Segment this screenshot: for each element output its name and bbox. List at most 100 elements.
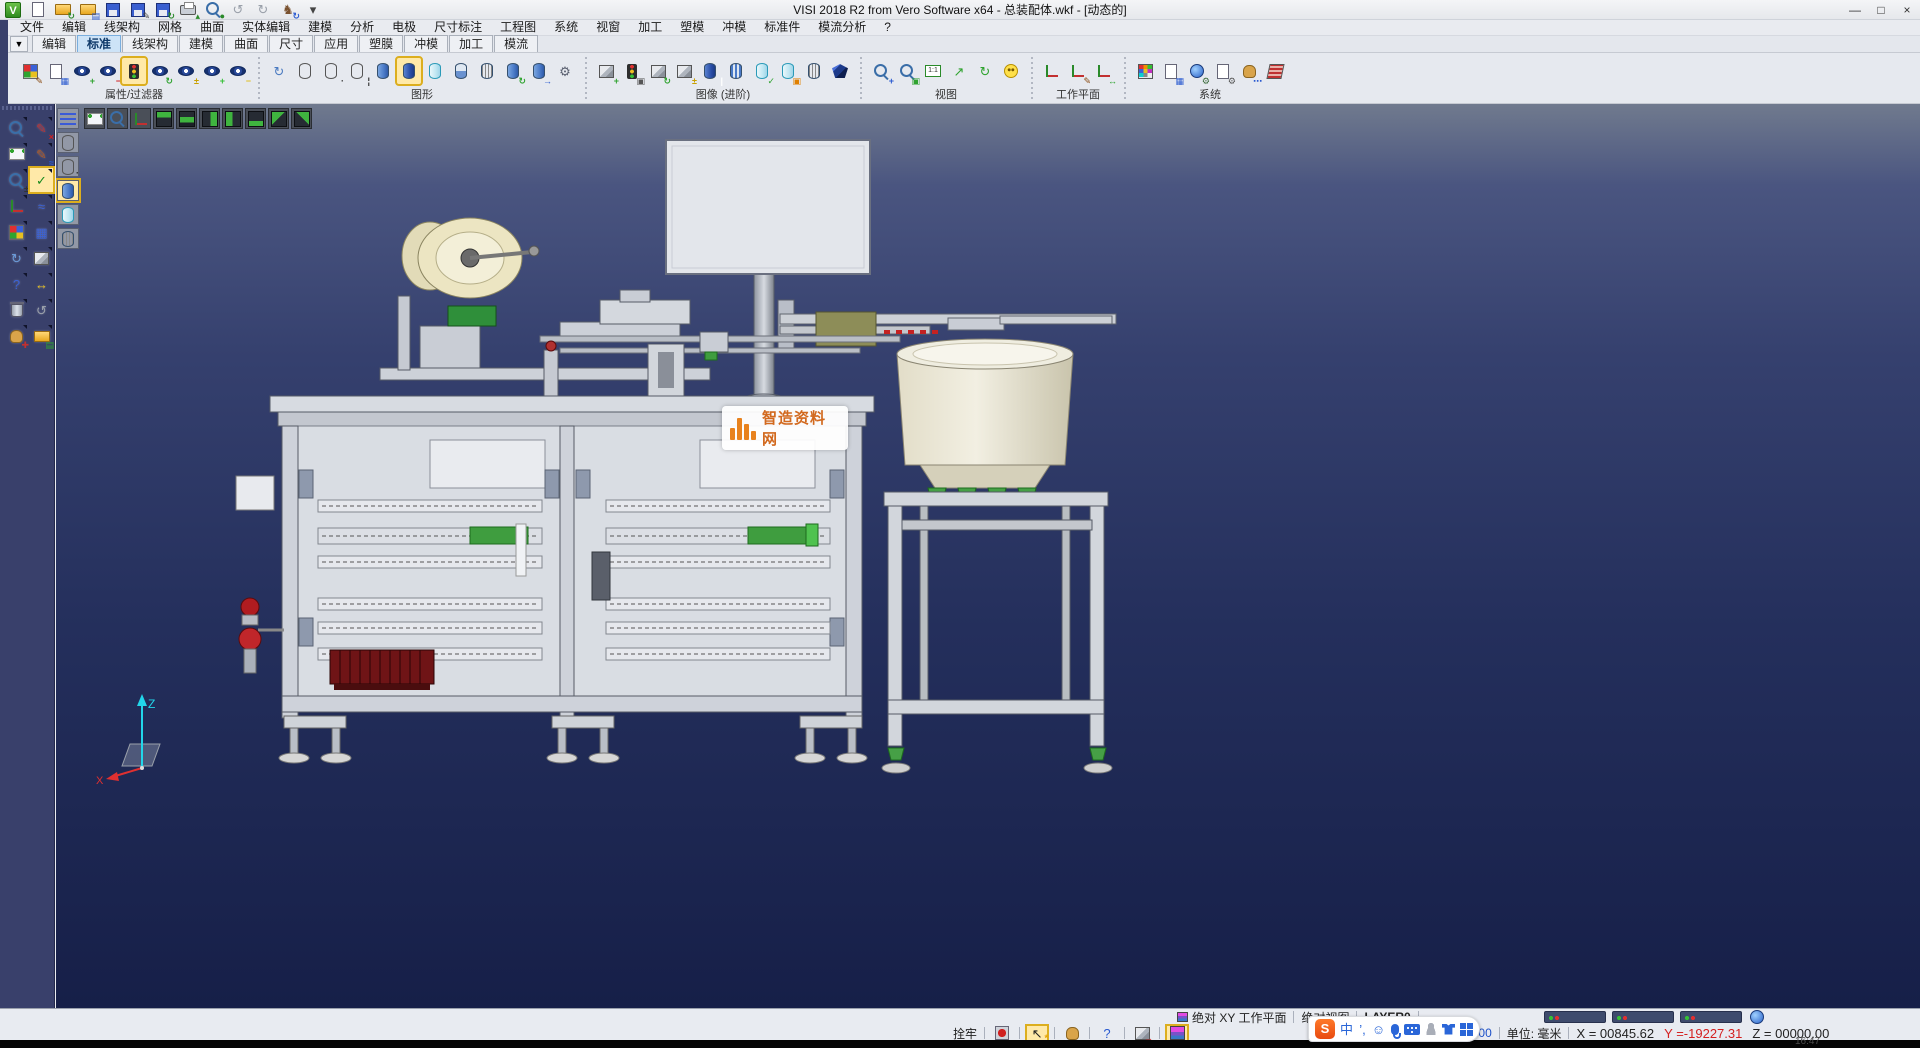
iso-view-icon[interactable] (268, 108, 289, 129)
zoom-in-icon[interactable]: + (869, 58, 893, 84)
quick-help-icon[interactable]: ? (1097, 1026, 1117, 1041)
iso-view-2-icon[interactable] (291, 108, 312, 129)
right-view-icon[interactable] (199, 108, 220, 129)
render-settings-icon[interactable]: ⚙ (553, 58, 577, 84)
new-view-plane-icon[interactable] (84, 108, 105, 129)
menu-item[interactable]: 系统 (546, 20, 586, 35)
open-recent-icon[interactable]: ▤ (30, 324, 53, 348)
transparent-view-icon[interactable] (423, 58, 447, 84)
ime-keyboard-icon[interactable] (1404, 1022, 1420, 1037)
zoom-1to1-icon[interactable]: 1:1 (921, 58, 945, 84)
left-view-icon[interactable] (222, 108, 243, 129)
vp-transparent-icon[interactable] (57, 204, 79, 225)
ime-punctuation-icon[interactable]: ’, (1358, 1022, 1367, 1037)
gem-shading-icon[interactable] (828, 58, 852, 84)
toggle-solids-icon[interactable]: ± (672, 58, 696, 84)
menu-item[interactable]: 模流分析 (810, 20, 874, 35)
menu-item[interactable]: 电极 (384, 20, 424, 35)
capture-solid-icon[interactable]: ▣ (776, 58, 800, 84)
delete-entities-icon[interactable] (5, 298, 28, 322)
menu-item[interactable]: 分析 (342, 20, 382, 35)
solid-preview-icon[interactable] (30, 246, 53, 270)
save-as-icon[interactable]: ✎ (127, 1, 149, 19)
ime-skin-icon[interactable] (1442, 1022, 1455, 1037)
menu-item[interactable]: 冲模 (714, 20, 754, 35)
shaded-edges-view-icon[interactable] (397, 58, 421, 84)
menu-item[interactable]: 建模 (300, 20, 340, 35)
ribbon-tab-item[interactable]: 建模 (179, 35, 223, 52)
zoom-dynamic-icon[interactable]: ± (5, 168, 28, 192)
ribbon-tab-item[interactable]: 冲模 (404, 35, 448, 52)
menu-item[interactable]: ? (876, 20, 899, 35)
front-view-icon[interactable] (176, 108, 197, 129)
sogou-logo-icon[interactable]: S (1315, 1022, 1335, 1037)
wireframe-view-icon[interactable] (293, 58, 317, 84)
dashed-wire-view-icon[interactable]: ¦ (345, 58, 369, 84)
workplane-indicator-icon[interactable] (1167, 1026, 1187, 1041)
refresh-solids-icon[interactable]: ↻ (646, 58, 670, 84)
attributes-brush-icon[interactable]: ✎ (18, 58, 42, 84)
layer-color-block[interactable] (1612, 1011, 1674, 1023)
print-icon[interactable]: ▴ (177, 1, 199, 19)
ribbon-tab-item[interactable]: 尺寸 (269, 35, 313, 52)
ribbon-tab-active[interactable]: 标准 (77, 35, 121, 52)
viewport-layout-icon[interactable]: ▦ (30, 220, 53, 244)
ime-toolbox-icon[interactable] (1460, 1022, 1473, 1037)
erase-sketch-icon[interactable]: ✎× (30, 116, 53, 140)
hidden-line-view-icon[interactable]: · (319, 58, 343, 84)
units-label[interactable]: 单位: 毫米 (1507, 1025, 1562, 1042)
analysis-cylinder-icon[interactable]: | (698, 58, 722, 84)
minimize-button[interactable]: — (1842, 1, 1868, 19)
select-cursor-icon[interactable]: ↖* (1027, 1026, 1047, 1041)
tab-list-dropdown[interactable]: ▼ (10, 36, 28, 52)
workplane-entity-icon[interactable]: ✎ (1066, 58, 1090, 84)
shaded-view-icon[interactable] (371, 58, 395, 84)
mesh-solid-icon[interactable] (802, 58, 826, 84)
spline-icon[interactable]: ≈ (30, 194, 53, 218)
selection-options-icon[interactable]: ⋯ (1237, 58, 1261, 84)
verify-solid-icon[interactable]: ✓ (750, 58, 774, 84)
close-button[interactable]: × (1894, 1, 1920, 19)
menu-item[interactable]: 线架构 (96, 20, 148, 35)
ime-mode-indicator[interactable]: 中 (1340, 1022, 1353, 1037)
ime-person-icon[interactable] (1425, 1022, 1437, 1037)
new-file-icon[interactable] (27, 1, 49, 19)
maximize-button[interactable]: □ (1868, 1, 1894, 19)
pick-hand-icon[interactable] (1062, 1026, 1082, 1041)
menu-item[interactable]: 实体编辑 (234, 20, 298, 35)
menu-item[interactable]: 编辑 (54, 20, 94, 35)
layer-color-block[interactable] (1680, 1011, 1742, 1023)
save-icon[interactable] (102, 1, 124, 19)
back-view-icon[interactable] (245, 108, 266, 129)
regen-solid-icon[interactable]: ↻ (501, 58, 525, 84)
ime-emoji-icon[interactable]: ☺ (1372, 1022, 1385, 1037)
visi-logo-icon[interactable]: V (2, 1, 24, 19)
layer-color-block[interactable] (1544, 1011, 1606, 1023)
add-solid-icon[interactable]: + (594, 58, 618, 84)
color-table-icon[interactable] (1133, 58, 1157, 84)
filter-remove-icon[interactable]: − (96, 58, 120, 84)
ucs-axis-icon[interactable] (5, 194, 28, 218)
confirm-check-icon[interactable]: ✓ (30, 168, 53, 192)
redo-icon[interactable]: ↻ (252, 1, 274, 19)
lock-label[interactable]: 拴牢 (953, 1025, 977, 1042)
filter-refresh-icon[interactable]: ↻ (148, 58, 172, 84)
view-list-icon[interactable] (57, 108, 79, 129)
menu-item[interactable]: 加工 (630, 20, 670, 35)
hide-entities-icon[interactable]: − (226, 58, 250, 84)
menu-item[interactable]: 曲面 (192, 20, 232, 35)
menu-item[interactable]: 文件 (12, 20, 52, 35)
menu-item[interactable]: 标准件 (756, 20, 808, 35)
measure-distance-icon[interactable]: ↔ (30, 272, 53, 296)
ribbon-tab-item[interactable]: 模流 (494, 35, 538, 52)
menu-item[interactable]: 尺寸标注 (426, 20, 490, 35)
vp-mesh-icon[interactable] (57, 228, 79, 249)
view-axis-icon[interactable] (130, 108, 151, 129)
ribbon-tab-item[interactable]: 编辑 (32, 35, 76, 52)
workplane-cs-icon[interactable] (1040, 58, 1064, 84)
workplane-align-icon[interactable]: ↔ (1092, 58, 1116, 84)
copy-shaded-icon[interactable]: → (527, 58, 551, 84)
rotate-view-icon[interactable]: ↻ (973, 58, 997, 84)
zoom-window-icon[interactable]: ▣ (895, 58, 919, 84)
vp-wireframe-icon[interactable] (57, 132, 79, 153)
